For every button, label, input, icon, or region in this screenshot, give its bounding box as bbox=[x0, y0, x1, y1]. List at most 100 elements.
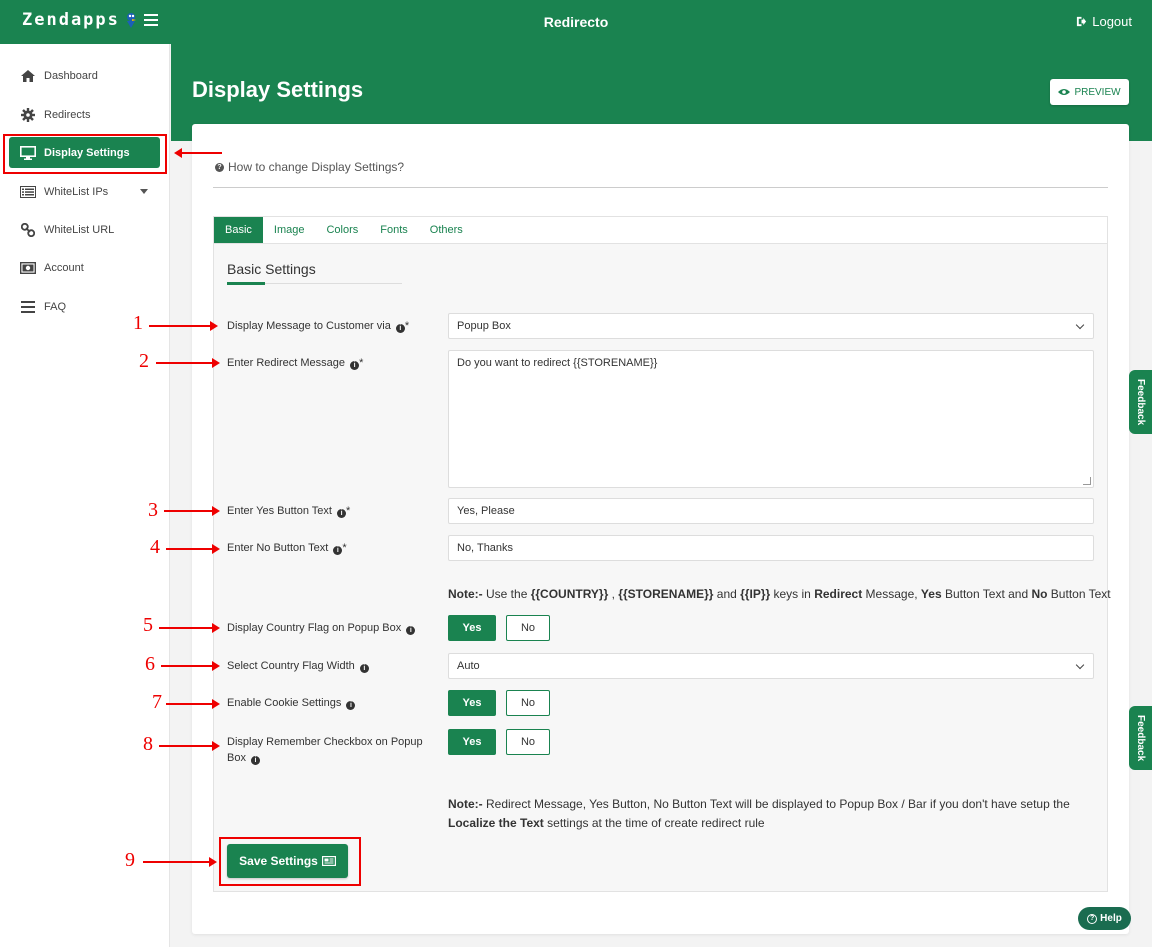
sidebar-item-account[interactable]: Account bbox=[9, 252, 160, 283]
caret-down-icon bbox=[140, 189, 148, 194]
input-value: Yes, Please bbox=[457, 505, 515, 517]
note-text: , bbox=[608, 587, 619, 601]
sidebar-item-redirects[interactable]: Redirects bbox=[9, 99, 160, 130]
tab-fonts[interactable]: Fonts bbox=[369, 217, 419, 243]
tab-bar: Basic Image Colors Fonts Others bbox=[213, 216, 1108, 244]
top-bar: Zendapps Redirecto Logout bbox=[0, 0, 1152, 44]
remember-toggle: Yes No bbox=[448, 729, 550, 755]
tab-basic[interactable]: Basic bbox=[214, 217, 263, 243]
highlight-box bbox=[219, 837, 361, 886]
section-title: Basic Settings bbox=[227, 261, 316, 277]
help-circle-icon: ? bbox=[1087, 913, 1098, 924]
cookie-label: Enable Cookie Settings i bbox=[227, 695, 356, 711]
note-key: No bbox=[1031, 587, 1048, 601]
remember-label: Display Remember Checkbox on Popup Box i bbox=[227, 734, 423, 766]
sidebar-item-label: Dashboard bbox=[44, 69, 98, 82]
flag-label: Display Country Flag on Popup Box i bbox=[227, 620, 416, 636]
note-key: {{IP}} bbox=[740, 587, 771, 601]
sign-out-icon bbox=[1077, 16, 1087, 27]
feedback-label: Feedback bbox=[1135, 714, 1146, 762]
sidebar-item-label: FAQ bbox=[44, 300, 67, 313]
annotation-arrow bbox=[159, 741, 220, 751]
annotation-arrow bbox=[164, 506, 220, 516]
label-text: Enable Cookie Settings bbox=[227, 697, 342, 709]
link-icon bbox=[20, 222, 36, 237]
annotation-number: 9 bbox=[125, 849, 135, 871]
sidebar-item-whitelist-ips[interactable]: WhiteList IPs bbox=[9, 176, 160, 207]
flag-width-label: Select Country Flag Width i bbox=[227, 658, 369, 674]
annotation-arrow bbox=[166, 699, 220, 709]
annotation-number: 4 bbox=[150, 536, 160, 558]
no-button[interactable]: No bbox=[506, 729, 550, 755]
yes-text-input[interactable]: Yes, Please bbox=[448, 498, 1094, 524]
info-icon: i bbox=[350, 361, 360, 370]
flag-toggle: Yes No bbox=[448, 615, 550, 641]
sidebar-item-label: WhiteList IPs bbox=[44, 185, 109, 198]
divider bbox=[213, 187, 1108, 188]
annotation-number: 6 bbox=[145, 653, 155, 675]
annotation-arrow bbox=[166, 544, 220, 554]
display-via-select[interactable]: Popup Box bbox=[448, 313, 1094, 339]
sidebar-item-whitelist-url[interactable]: WhiteList URL bbox=[9, 214, 160, 245]
feedback-label: Feedback bbox=[1135, 378, 1146, 426]
bars-icon bbox=[20, 300, 36, 314]
logout-button[interactable]: Logout bbox=[1076, 14, 1132, 29]
feedback-tab[interactable]: Feedback bbox=[1129, 706, 1152, 770]
yes-button[interactable]: Yes bbox=[448, 690, 496, 716]
howto-label: How to change Display Settings? bbox=[228, 160, 405, 174]
no-button[interactable]: No bbox=[506, 690, 550, 716]
annotation-number: 8 bbox=[143, 733, 153, 755]
no-button[interactable]: No bbox=[506, 615, 550, 641]
annotation-number: 1 bbox=[133, 312, 143, 334]
note-text: and bbox=[713, 587, 741, 601]
help-button[interactable]: ? Help bbox=[1078, 907, 1131, 930]
yes-button[interactable]: Yes bbox=[448, 615, 496, 641]
no-text-label: Enter No Button Text i * bbox=[227, 542, 347, 555]
label-text: Enter No Button Text bbox=[227, 542, 329, 554]
tab-image[interactable]: Image bbox=[263, 217, 316, 243]
no-text-input[interactable]: No, Thanks bbox=[448, 535, 1094, 561]
select-value: Auto bbox=[457, 660, 480, 672]
gear-icon bbox=[20, 107, 36, 122]
note-text: Button Text and bbox=[941, 587, 1032, 601]
input-value: No, Thanks bbox=[457, 542, 514, 554]
chevron-down-icon bbox=[1075, 660, 1085, 670]
money-icon bbox=[20, 261, 36, 275]
info-icon: i bbox=[395, 324, 405, 333]
yes-button[interactable]: Yes bbox=[448, 729, 496, 755]
resize-handle-icon[interactable] bbox=[1083, 477, 1091, 485]
redirect-message-textarea[interactable]: Do you want to redirect {{STORENAME}} bbox=[448, 350, 1094, 488]
label-text: Select Country Flag Width bbox=[227, 660, 355, 672]
sidebar-item-label: Redirects bbox=[44, 108, 91, 121]
list-icon bbox=[20, 185, 36, 199]
annotation-arrow bbox=[156, 358, 220, 368]
annotation-number: 2 bbox=[139, 350, 149, 372]
preview-label: PREVIEW bbox=[1074, 86, 1121, 98]
annotation-arrow bbox=[149, 321, 218, 331]
preview-button[interactable]: PREVIEW bbox=[1050, 79, 1129, 105]
textarea-value: Do you want to redirect {{STORENAME}} bbox=[457, 357, 658, 369]
annotation-arrow bbox=[143, 857, 217, 867]
info-icon: i bbox=[359, 664, 369, 673]
yes-text-label: Enter Yes Button Text i * bbox=[227, 505, 351, 518]
chevron-down-icon bbox=[1075, 320, 1085, 330]
feedback-tab[interactable]: Feedback bbox=[1129, 370, 1152, 434]
tab-colors[interactable]: Colors bbox=[315, 217, 369, 243]
flag-width-select[interactable]: Auto bbox=[448, 653, 1094, 679]
annotation-arrow bbox=[161, 661, 220, 671]
note-key: Redirect bbox=[814, 587, 863, 601]
note-key: {{STORENAME}} bbox=[618, 587, 714, 601]
label-text: Enter Redirect Message bbox=[227, 357, 345, 369]
note-key: Yes bbox=[920, 587, 942, 601]
note-text: Button Text bbox=[1047, 587, 1111, 601]
tab-others[interactable]: Others bbox=[419, 217, 474, 243]
note-text: keys in bbox=[770, 587, 815, 601]
howto-link[interactable]: ? How to change Display Settings? bbox=[213, 160, 404, 174]
app-title: Redirecto bbox=[543, 14, 609, 30]
question-icon: ? bbox=[215, 162, 224, 172]
label-text: Display Message to Customer via bbox=[227, 320, 391, 332]
sidebar-item-dashboard[interactable]: Dashboard bbox=[9, 60, 160, 91]
label-text: Display Country Flag on Popup Box bbox=[227, 622, 402, 634]
annotation-arrow bbox=[159, 623, 220, 633]
note-text: Use the bbox=[482, 587, 531, 601]
